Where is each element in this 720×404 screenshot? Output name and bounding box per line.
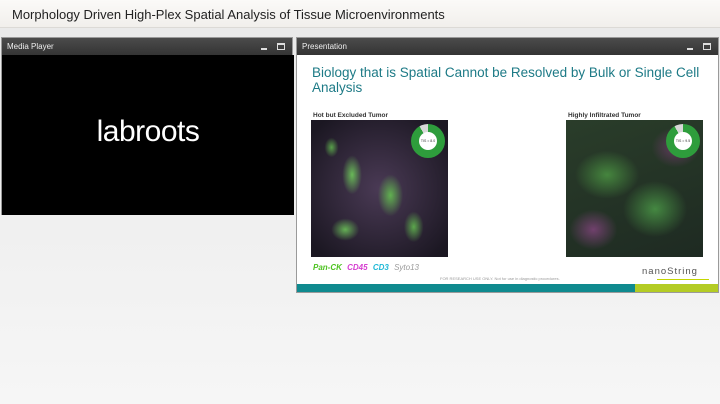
tis-donut-chart: TIS = 9.5: [666, 124, 700, 158]
slide: Biology that is Spatial Cannot be Resolv…: [297, 55, 718, 292]
disclaimer: FOR RESEARCH USE ONLY. Not for use in di…: [440, 276, 560, 281]
presentation-header: Presentation: [297, 38, 718, 55]
hot-excluded-tumor-image: TIS = 8.0: [311, 120, 448, 257]
media-player-title: Media Player: [7, 42, 54, 51]
legend-cd45: CD45: [347, 263, 368, 272]
labroots-logo: labroots: [96, 115, 200, 148]
presentation-minimize-button[interactable]: [684, 40, 697, 53]
slide-footer-bar-green: [635, 284, 718, 292]
maximize-icon: [277, 43, 285, 50]
page-header: Morphology Driven High-Plex Spatial Anal…: [0, 0, 720, 28]
media-player-maximize-button[interactable]: [275, 40, 288, 53]
media-player-panel: Media Player labroots: [1, 37, 294, 215]
logo-underline: [657, 279, 709, 280]
minimize-icon: [261, 48, 267, 50]
slide-heading: Biology that is Spatial Cannot be Resolv…: [312, 65, 700, 95]
left-image-caption: Hot but Excluded Tumor: [313, 112, 388, 119]
tis-score-label: TIS = 9.5: [674, 132, 692, 150]
right-image-caption: Highly Infiltrated Tumor: [568, 112, 641, 119]
presentation-panel: Presentation Biology that is Spatial Can…: [296, 37, 719, 293]
legend-syto13: Syto13: [394, 263, 419, 272]
presentation-maximize-button[interactable]: [701, 40, 714, 53]
legend-pan-ck: Pan-CK: [313, 263, 342, 272]
page-title: Morphology Driven High-Plex Spatial Anal…: [12, 7, 445, 22]
minimize-icon: [687, 48, 693, 50]
nanostring-logo: nanoString: [642, 266, 698, 277]
highly-infiltrated-tumor-image: TIS = 9.5: [566, 120, 703, 257]
maximize-icon: [703, 43, 711, 50]
slide-footer-bar-teal: [297, 284, 635, 292]
tis-score-label: TIS = 8.0: [419, 132, 437, 150]
presentation-title: Presentation: [302, 42, 347, 51]
tis-donut-chart: TIS = 8.0: [411, 124, 445, 158]
legend-cd3: CD3: [372, 263, 389, 272]
media-player-minimize-button[interactable]: [258, 40, 271, 53]
media-player-header: Media Player: [2, 38, 292, 55]
video-screen[interactable]: labroots: [2, 55, 294, 215]
stain-legend: Pan-CK CD45 CD3 Syto13: [313, 263, 422, 272]
